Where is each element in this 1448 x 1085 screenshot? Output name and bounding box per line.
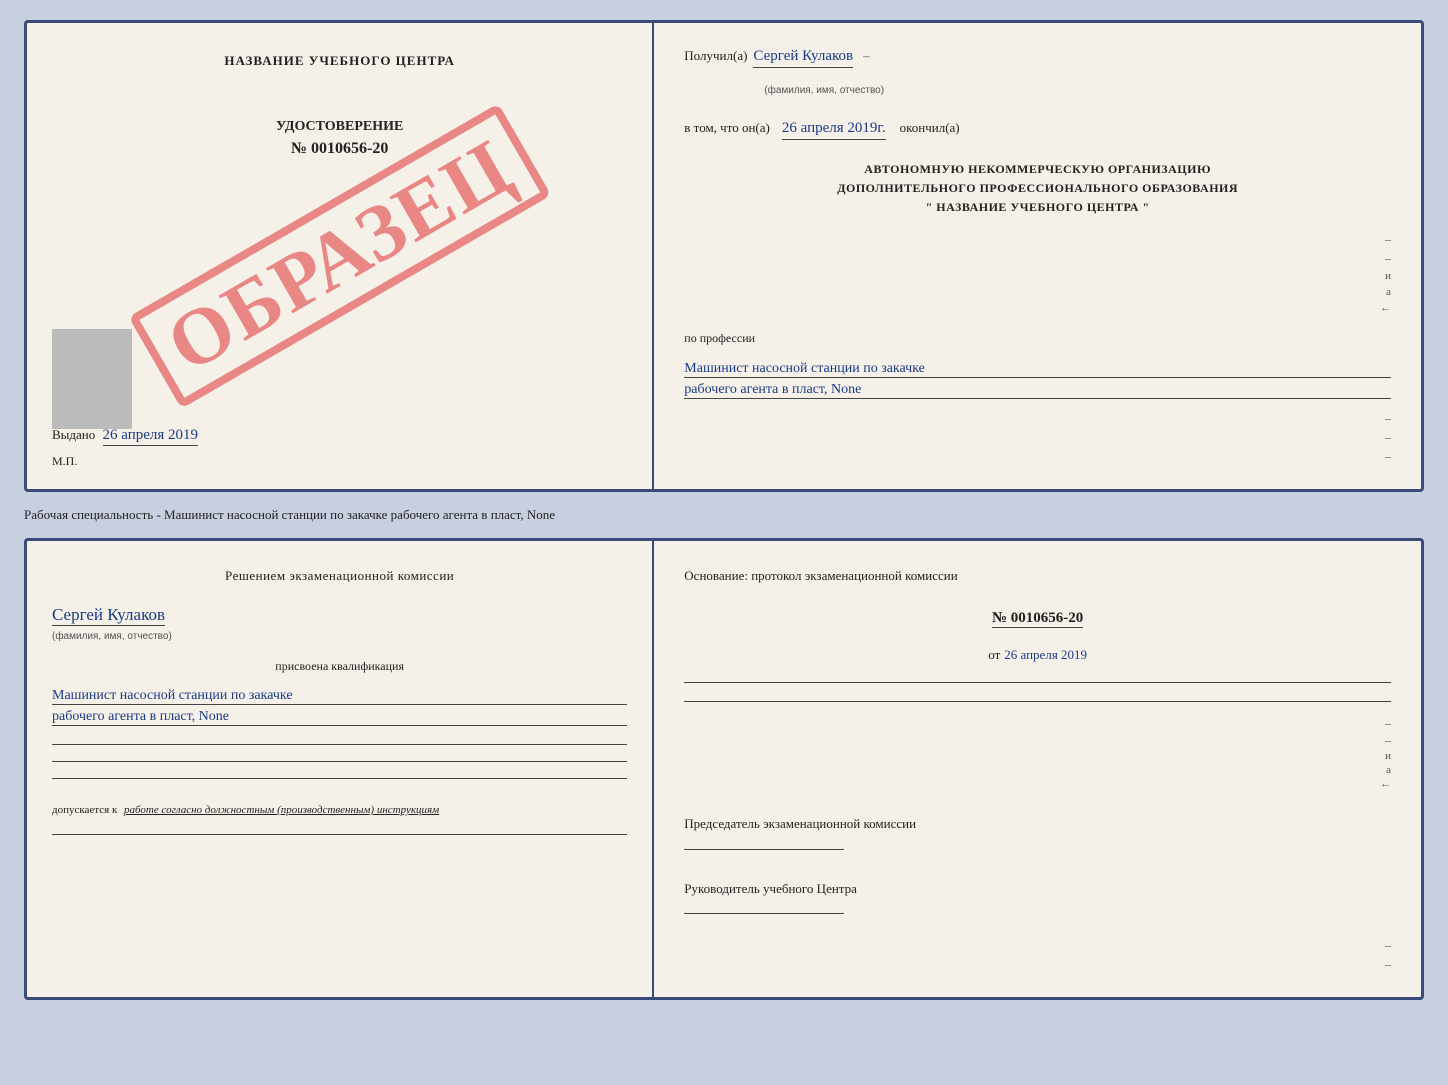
in-that-row: в том, что он(а) 26 апреля 2019г. окончи… — [684, 120, 1391, 140]
chairman-block: Председатель экзаменационной комиссии — [684, 814, 1391, 850]
rd2: – — [1385, 733, 1391, 748]
person-name: Сергей Кулаков — [52, 605, 165, 626]
below-text: Рабочая специальность - Машинист насосно… — [24, 502, 1424, 528]
bd1: – — [1385, 938, 1391, 953]
dash2: – — [1385, 251, 1391, 266]
profession-line1: Машинист насосной станции по закачке — [684, 361, 1391, 378]
issued-row: Выдано 26 апреля 2019 — [52, 407, 627, 444]
doc-number-2: № 0010656-20 — [992, 610, 1083, 628]
left-arrow-2: ← — [1380, 778, 1391, 790]
head-label: Руководитель учебного Центра — [684, 879, 1391, 899]
date-row-2: от 26 апреля 2019 — [684, 647, 1391, 663]
second-document: Решением экзаменационной комиссии Сергей… — [24, 538, 1424, 1001]
commission-title: Решением экзаменационной комиссии — [52, 566, 627, 586]
bottom-dashes: – – — [684, 938, 1391, 972]
bd2: – — [1385, 957, 1391, 972]
date-value-1: 26 апреля 2019г. — [782, 120, 886, 140]
allowed-row: допускается к работе согласно должностны… — [52, 804, 627, 816]
qual-line1: Машинист насосной станции по закачке — [52, 688, 627, 705]
dash1: – — [1385, 232, 1391, 247]
head-signature — [684, 913, 844, 914]
chairman-signature — [684, 849, 844, 850]
assigned-label: присвоена квалификация — [52, 659, 627, 674]
left-arrow: ← — [1380, 302, 1391, 314]
first-document: НАЗВАНИЕ УЧЕБНОГО ЦЕНТРА ОБРАЗЕЦ УДОСТОВ… — [24, 20, 1424, 492]
profession-line2: рабочего агента в пласт, None — [684, 382, 1391, 399]
a-label-2: а — [1386, 764, 1391, 776]
left-panel-1: НАЗВАНИЕ УЧЕБНОГО ЦЕНТРА ОБРАЗЕЦ УДОСТОВ… — [27, 23, 654, 489]
allowed-text: работе согласно должностным (производств… — [124, 804, 439, 816]
qual-line2: рабочего агента в пласт, None — [52, 709, 627, 726]
cert-number: № 0010656-20 — [52, 140, 627, 158]
received-name: Сергей Кулаков — [753, 48, 853, 68]
date-prefix: от — [988, 647, 1000, 663]
basis-label: Основание: протокол экзаменационной коми… — [684, 566, 1391, 586]
finished-label: окончил(а) — [900, 120, 960, 136]
d1: – — [684, 411, 1391, 426]
org-line2: ДОПОЛНИТЕЛЬНОГО ПРОФЕССИОНАЛЬНОГО ОБРАЗО… — [684, 179, 1391, 198]
name-hint-1: (фамилия, имя, отчество) — [764, 85, 884, 96]
and-label-2: и — [1385, 750, 1391, 762]
issued-date: 26 апреля 2019 — [103, 427, 199, 446]
left-panel-2: Решением экзаменационной комиссии Сергей… — [27, 541, 654, 998]
profession-label: по профессии — [684, 331, 1391, 346]
right-dashes: – – – — [684, 411, 1391, 464]
d3: – — [684, 449, 1391, 464]
allowed-prefix: допускается к — [52, 804, 117, 816]
mp-label: М.П. — [52, 454, 627, 469]
received-row: Получил(а) Сергей Кулаков – — [684, 48, 1391, 68]
in-that-label: в том, что он(а) — [684, 120, 770, 136]
head-block: Руководитель учебного Центра — [684, 879, 1391, 915]
cert-label: УДОСТОВЕРЕНИЕ — [52, 119, 627, 135]
d2: – — [684, 430, 1391, 445]
date-value-2: 26 апреля 2019 — [1004, 647, 1087, 663]
right-panel-2: Основание: протокол экзаменационной коми… — [654, 541, 1421, 998]
page-wrapper: НАЗВАНИЕ УЧЕБНОГО ЦЕНТРА ОБРАЗЕЦ УДОСТОВ… — [24, 20, 1424, 1000]
chairman-label: Председатель экзаменационной комиссии — [684, 814, 1391, 834]
org-line1: АВТОНОМНУЮ НЕКОММЕРЧЕСКУЮ ОРГАНИЗАЦИЮ — [684, 160, 1391, 179]
org-line3: " НАЗВАНИЕ УЧЕБНОГО ЦЕНТРА " — [684, 198, 1391, 217]
rd1: – — [1385, 716, 1391, 731]
right-panel-1: Получил(а) Сергей Кулаков – (фамилия, им… — [654, 23, 1421, 489]
received-label: Получил(а) — [684, 48, 747, 64]
and-label: и — [1385, 270, 1391, 282]
name-hint-2: (фамилия, имя, отчество) — [52, 631, 172, 642]
a-label: а — [1386, 286, 1391, 298]
issued-label: Выдано — [52, 427, 95, 442]
photo-placeholder — [52, 329, 132, 429]
org-block: АВТОНОМНУЮ НЕКОММЕРЧЕСКУЮ ОРГАНИЗАЦИЮ ДО… — [684, 160, 1391, 218]
training-center-title-1: НАЗВАНИЕ УЧЕБНОГО ЦЕНТРА — [52, 53, 627, 69]
